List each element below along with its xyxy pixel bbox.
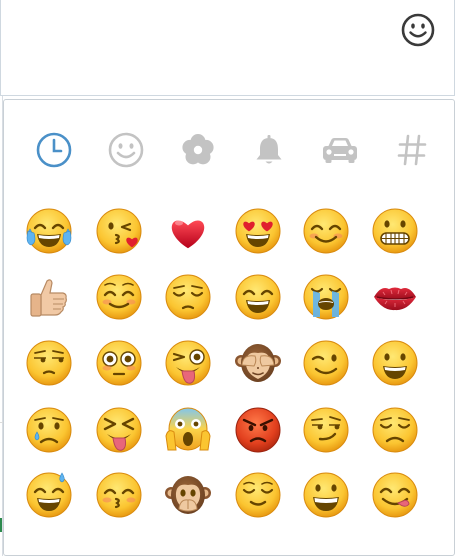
emoji-grimacing-face[interactable] bbox=[368, 204, 422, 258]
bell-icon bbox=[256, 135, 282, 164]
emoji-see-no-evil-monkey[interactable] bbox=[231, 336, 285, 390]
emoji-flushed-face[interactable] bbox=[92, 336, 146, 390]
smiling-face-with-open-mouth-and-smiling-eyes-icon bbox=[235, 274, 281, 320]
flushed-face-icon bbox=[96, 340, 142, 386]
emoji-picker-button[interactable] bbox=[400, 12, 436, 48]
emoji-face-screaming-in-fear[interactable] bbox=[161, 403, 215, 457]
smiling-face-with-smiling-eyes-icon bbox=[303, 208, 349, 254]
emoji-smiling-face-with-open-mouth-and-cold-sweat[interactable] bbox=[22, 468, 76, 522]
emoji-smiling-face[interactable] bbox=[92, 270, 146, 324]
face-with-stuck-out-tongue-and-tightly-closed-eyes-icon bbox=[96, 407, 142, 453]
emoji-thumbs-up[interactable] bbox=[22, 270, 76, 324]
thumbs-up-icon bbox=[30, 279, 67, 317]
face-with-tears-of-joy-icon bbox=[26, 208, 72, 254]
compose-area bbox=[0, 0, 458, 556]
emoji-disappointed-face[interactable] bbox=[368, 403, 422, 457]
emoji-speak-no-evil-monkey[interactable] bbox=[161, 468, 215, 522]
relieved-face-icon bbox=[235, 472, 281, 518]
emoji-loudly-crying-face[interactable] bbox=[299, 270, 353, 324]
face-throwing-a-kiss-icon bbox=[96, 208, 142, 254]
tab-objects[interactable] bbox=[247, 128, 291, 172]
winking-face-icon bbox=[303, 340, 349, 386]
emoji-smiling-face-with-open-mouth[interactable] bbox=[368, 336, 422, 390]
edge-marker bbox=[0, 518, 2, 532]
emoji-smiling-face-with-heart-eyes[interactable] bbox=[231, 204, 285, 258]
emoji-face-with-stuck-out-tongue-and-winking-eye[interactable] bbox=[161, 336, 215, 390]
message-input[interactable] bbox=[0, 0, 455, 96]
grinning-face-icon bbox=[303, 472, 349, 518]
hash-icon bbox=[397, 134, 427, 166]
smiley-icon bbox=[108, 132, 144, 168]
emoji-smiling-face-with-smiling-eyes[interactable] bbox=[299, 204, 353, 258]
pouting-face-icon bbox=[235, 407, 281, 453]
smiling-face-with-open-mouth-and-cold-sweat-icon bbox=[26, 472, 72, 518]
face-screaming-in-fear-icon bbox=[165, 407, 211, 451]
emoji-face-savouring-delicious-food[interactable] bbox=[368, 468, 422, 522]
crying-face-icon bbox=[26, 407, 72, 453]
smiley-outline-icon bbox=[401, 13, 435, 47]
emoji-crying-face[interactable] bbox=[22, 403, 76, 457]
emoji-relieved-face[interactable] bbox=[231, 468, 285, 522]
emoji-face-with-tears-of-joy[interactable] bbox=[22, 204, 76, 258]
unamused-face-icon bbox=[26, 340, 72, 386]
red-heart-icon bbox=[171, 220, 205, 249]
face-savouring-delicious-food-icon bbox=[372, 472, 418, 518]
emoji-face-with-stuck-out-tongue-and-tightly-closed-eyes[interactable] bbox=[92, 403, 146, 457]
speak-no-evil-monkey-icon bbox=[165, 476, 211, 514]
emoji-grinning-face[interactable] bbox=[299, 468, 353, 522]
tab-recent[interactable] bbox=[32, 128, 76, 172]
emoji-picker bbox=[3, 99, 455, 556]
kiss-mark-icon bbox=[374, 287, 416, 311]
flower-icon bbox=[182, 134, 214, 165]
tab-places[interactable] bbox=[318, 128, 362, 172]
tab-symbols[interactable] bbox=[390, 128, 434, 172]
see-no-evil-monkey-icon bbox=[235, 344, 281, 382]
face-with-stuck-out-tongue-and-winking-eye-icon bbox=[165, 340, 211, 386]
emoji-pensive-face[interactable] bbox=[161, 270, 215, 324]
emoji-smiling-face-with-open-mouth-and-smiling-eyes[interactable] bbox=[231, 270, 285, 324]
smirking-face-icon bbox=[303, 407, 349, 453]
car-icon bbox=[323, 138, 357, 163]
kissing-face-with-smiling-eyes-icon bbox=[96, 472, 142, 518]
emoji-smirking-face[interactable] bbox=[299, 403, 353, 457]
loudly-crying-face-icon bbox=[303, 274, 349, 320]
grimacing-face-icon bbox=[372, 208, 418, 254]
emoji-kiss-mark[interactable] bbox=[368, 270, 422, 324]
tab-people[interactable] bbox=[104, 128, 148, 172]
smiling-face-with-open-mouth-icon bbox=[372, 340, 418, 386]
emoji-pouting-face[interactable] bbox=[231, 403, 285, 457]
disappointed-face-icon bbox=[372, 407, 418, 453]
pensive-face-icon bbox=[165, 274, 211, 320]
smiling-face-with-heart-eyes-icon bbox=[235, 208, 281, 254]
emoji-kissing-face-with-smiling-eyes[interactable] bbox=[92, 468, 146, 522]
clock-icon bbox=[36, 132, 72, 168]
emoji-face-throwing-a-kiss[interactable] bbox=[92, 204, 146, 258]
smiling-face-icon bbox=[96, 274, 142, 320]
tab-nature[interactable] bbox=[176, 128, 220, 172]
emoji-unamused-face[interactable] bbox=[22, 336, 76, 390]
emoji-red-heart[interactable] bbox=[161, 204, 215, 258]
category-tabs bbox=[4, 128, 454, 176]
emoji-winking-face[interactable] bbox=[299, 336, 353, 390]
